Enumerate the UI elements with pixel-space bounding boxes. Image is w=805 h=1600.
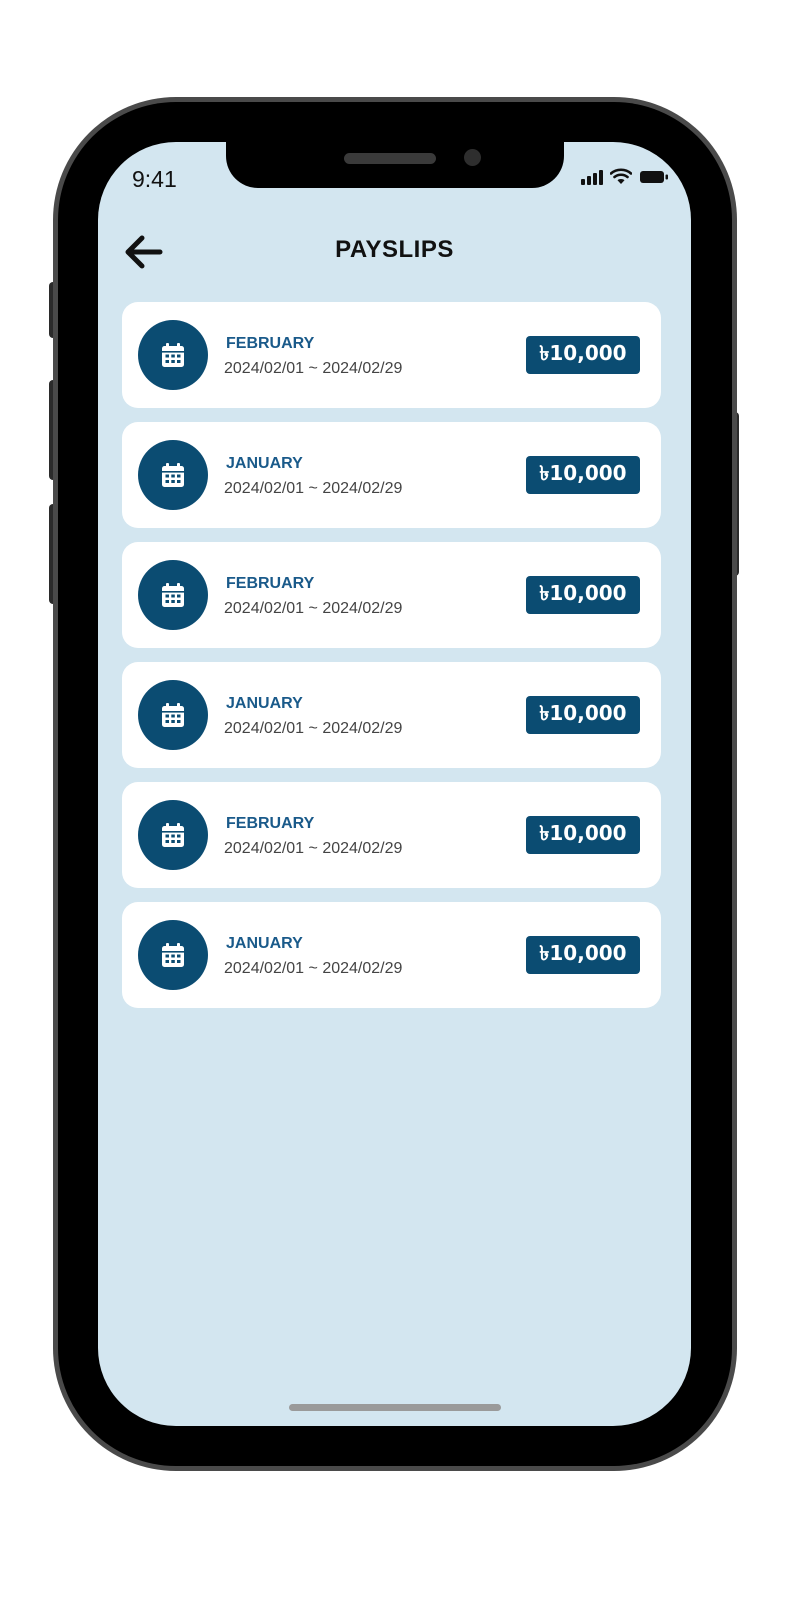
calendar-avatar [138,560,208,630]
payslip-amount-badge: ৳10,000 [526,336,640,374]
home-indicator[interactable] [289,1404,501,1411]
calendar-avatar [138,440,208,510]
payslip-date-range: 2024/02/01 ~ 2024/02/29 [224,720,403,737]
payslip-month: JANUARY [226,935,303,952]
payslip-date-range: 2024/02/01 ~ 2024/02/29 [224,960,403,977]
payslip-month: FEBRUARY [226,815,315,832]
payslip-date-range: 2024/02/01 ~ 2024/02/29 [224,840,403,857]
payslip-amount-badge: ৳10,000 [526,816,640,854]
payslip-date-range: 2024/02/01 ~ 2024/02/29 [224,480,403,497]
speaker-grille [344,153,436,164]
header: PAYSLIPS [98,228,691,274]
payslip-card[interactable]: FEBRUARY 2024/02/01 ~ 2024/02/29 ৳10,000 [122,542,661,648]
calendar-avatar [138,800,208,870]
status-icons [581,168,669,185]
payslip-card[interactable]: JANUARY 2024/02/01 ~ 2024/02/29 ৳10,000 [122,662,661,768]
payslip-month: FEBRUARY [226,335,315,352]
battery-icon [639,169,669,185]
payslip-date-range: 2024/02/01 ~ 2024/02/29 [224,360,403,377]
calendar-icon [162,703,184,727]
status-time: 9:41 [132,166,177,192]
payslip-card[interactable]: JANUARY 2024/02/01 ~ 2024/02/29 ৳10,000 [122,422,661,528]
payslip-card[interactable]: JANUARY 2024/02/01 ~ 2024/02/29 ৳10,000 [122,902,661,1008]
payslip-month: FEBRUARY [226,575,315,592]
payslip-date-range: 2024/02/01 ~ 2024/02/29 [224,600,403,617]
calendar-icon [162,943,184,967]
payslip-amount-badge: ৳10,000 [526,456,640,494]
calendar-icon [162,823,184,847]
payslip-list: FEBRUARY 2024/02/01 ~ 2024/02/29 ৳10,000 [122,302,661,1022]
front-camera [464,149,481,166]
payslip-amount-badge: ৳10,000 [526,936,640,974]
notch [226,142,564,188]
calendar-icon [162,583,184,607]
payslip-amount-badge: ৳10,000 [526,576,640,614]
payslip-month: JANUARY [226,455,303,472]
page-title: PAYSLIPS [335,236,454,263]
signal-icon [581,169,603,185]
app-screen: 9:41 PAYSLIPS FEBRUARY 2024/02/01 ~ 2024… [98,142,691,1426]
payslip-card[interactable]: FEBRUARY 2024/02/01 ~ 2024/02/29 ৳10,000 [122,302,661,408]
payslip-amount-badge: ৳10,000 [526,696,640,734]
calendar-icon [162,343,184,367]
calendar-avatar [138,320,208,390]
device-mockup: 9:41 PAYSLIPS FEBRUARY 2024/02/01 ~ 2024… [0,0,805,1600]
calendar-avatar [138,920,208,990]
calendar-avatar [138,680,208,750]
payslip-card[interactable]: FEBRUARY 2024/02/01 ~ 2024/02/29 ৳10,000 [122,782,661,888]
payslip-month: JANUARY [226,695,303,712]
wifi-icon [610,168,632,185]
calendar-icon [162,463,184,487]
